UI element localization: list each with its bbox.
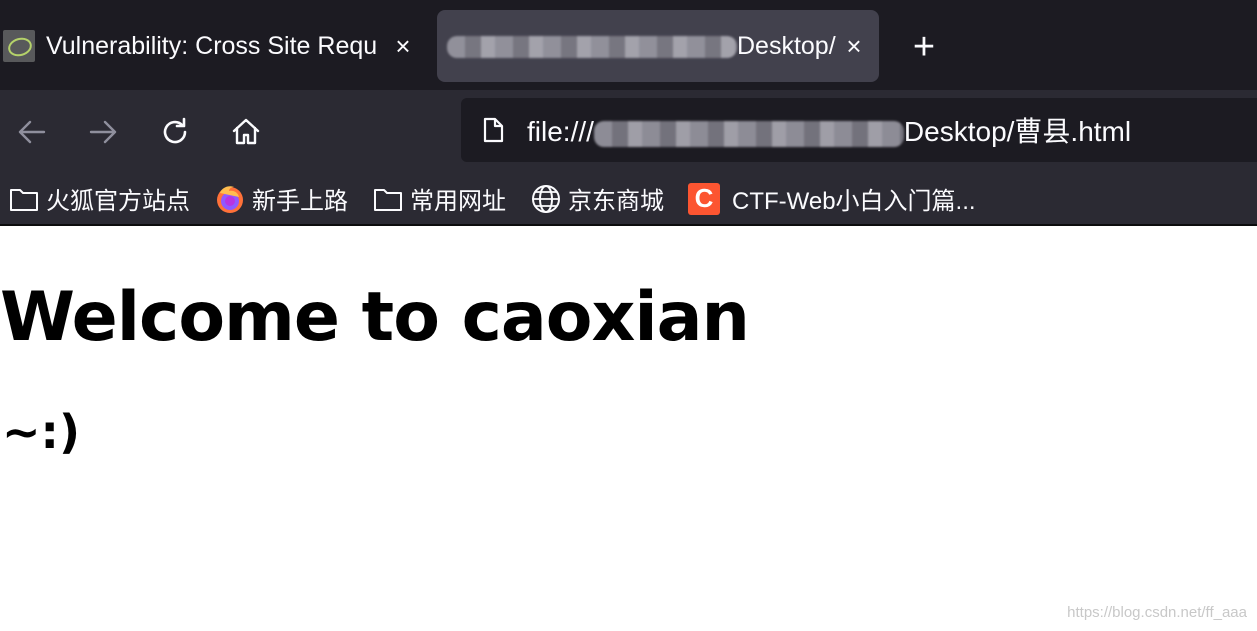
dvwa-favicon-icon [3,30,35,62]
bookmark-label: CTF-Web小白入门篇... [732,188,976,215]
tab-strip: Vulnerability: Cross Site Requ × Desktop… [0,0,1257,90]
reload-button[interactable] [155,112,195,152]
close-tab-button[interactable]: × [837,29,871,63]
redacted-text [593,120,904,147]
url-text[interactable]: file:/// Desktop/曹县.html [527,110,1131,150]
home-button[interactable] [226,112,266,152]
bookmark-label: 京东商城 [568,188,664,215]
bookmark-label: 火狐官方站点 [46,188,190,215]
redacted-text [447,35,737,58]
reload-icon [163,117,187,144]
bookmark-firefox-official[interactable]: 火狐官方站点 [8,181,190,216]
folder-icon [374,188,402,211]
back-button[interactable] [12,112,52,152]
url-bar[interactable]: file:/// Desktop/曹县.html [461,98,1257,162]
arrow-left-icon [18,120,46,144]
forward-button[interactable] [83,112,123,152]
csdn-icon: C [688,182,720,215]
tab-title: Desktop/ [437,32,837,61]
tab-active-local-file[interactable]: Desktop/ × [437,10,879,82]
arrow-right-icon [89,120,117,144]
bookmark-getting-started[interactable]: 新手上路 [214,181,348,216]
close-tab-button[interactable]: × [386,29,420,63]
tab-title-suffix: Desktop/ [737,31,836,60]
bookmarks-toolbar: 火狐官方站点 新手上路 常用网址 京东商城 C CTF-Web小白入门篇... [0,173,1257,226]
folder-icon [10,188,38,211]
tab-dvwa[interactable]: Vulnerability: Cross Site Requ × [0,10,428,82]
tab-title: Vulnerability: Cross Site Requ [46,31,378,60]
bookmark-ctf-web[interactable]: C CTF-Web小白入门篇... [688,181,976,216]
page-subheading: ~:) [2,405,80,459]
page-icon [483,117,504,143]
page-heading: Welcome to caoxian [0,278,750,357]
bookmark-jd-mall[interactable]: 京东商城 [530,181,664,216]
home-icon [232,118,260,145]
globe-icon [532,184,560,213]
new-tab-button[interactable]: + [905,26,943,68]
url-prefix: file:/// [527,116,594,147]
firefox-icon [217,185,243,213]
bookmark-label: 常用网址 [410,188,506,215]
watermark: https://blog.csdn.net/ff_aaa [1067,604,1247,621]
page-content: Welcome to caoxian ~:) https://blog.csdn… [0,228,1257,631]
bookmark-common-sites[interactable]: 常用网址 [372,181,506,216]
bookmark-label: 新手上路 [252,188,348,215]
navigation-toolbar: file:/// Desktop/曹县.html [0,90,1257,173]
url-suffix: Desktop/曹县.html [903,116,1132,147]
